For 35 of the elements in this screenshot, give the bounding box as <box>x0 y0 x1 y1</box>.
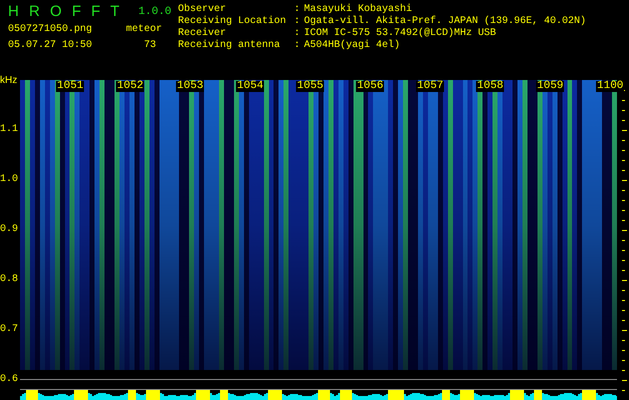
colon-separator: : <box>294 4 302 16</box>
axis-label: 1.0 <box>0 174 18 186</box>
time-label: 1052 <box>116 81 144 92</box>
time-label: 1056 <box>356 81 384 92</box>
station-value: Masayuki Kobayashi <box>304 4 412 16</box>
time-label: 1054 <box>236 81 264 92</box>
app-version: 1.0.0 <box>138 5 172 20</box>
colon-separator: : <box>294 28 302 40</box>
time-label: 1051 <box>56 81 84 92</box>
station-label: Observer <box>178 4 228 16</box>
station-label: Receiving Location <box>178 16 288 28</box>
axis-label: 0.9 <box>0 224 18 236</box>
axis-label: 0.6 <box>0 374 18 386</box>
count-label: meteor <box>126 24 162 36</box>
axis-label: 0.8 <box>0 274 18 286</box>
time-label: 1057 <box>416 81 444 92</box>
time-label: 1053 <box>176 81 204 92</box>
axis-label: 1.1 <box>0 124 18 136</box>
axis-label: 0.7 <box>0 324 18 336</box>
colon-separator: : <box>294 16 302 28</box>
station-value: Ogata-vill. Akita-Pref. JAPAN (139.96E, 40.02N) <box>304 16 586 28</box>
station-value: A504HB(yagi 4el) <box>304 40 400 52</box>
station-label: Receiver <box>178 28 228 40</box>
unit-label: kHz <box>0 75 18 87</box>
file-name: 0507271050.png <box>8 24 92 36</box>
colon-separator: : <box>294 40 302 52</box>
station-label: Receiving antenna <box>178 40 282 52</box>
station-value: ICOM IC-575 53.7492(@LCD)MHz USB <box>304 28 496 40</box>
timestamp: 05.07.27 10:50 <box>8 40 92 52</box>
time-label: 1100 <box>596 81 624 92</box>
app-name: H R O F F T <box>8 4 122 20</box>
time-label: 1055 <box>296 81 324 92</box>
time-label: 1059 <box>536 81 564 92</box>
meteor-count: 73 <box>144 40 156 52</box>
time-label: 1058 <box>476 81 504 92</box>
